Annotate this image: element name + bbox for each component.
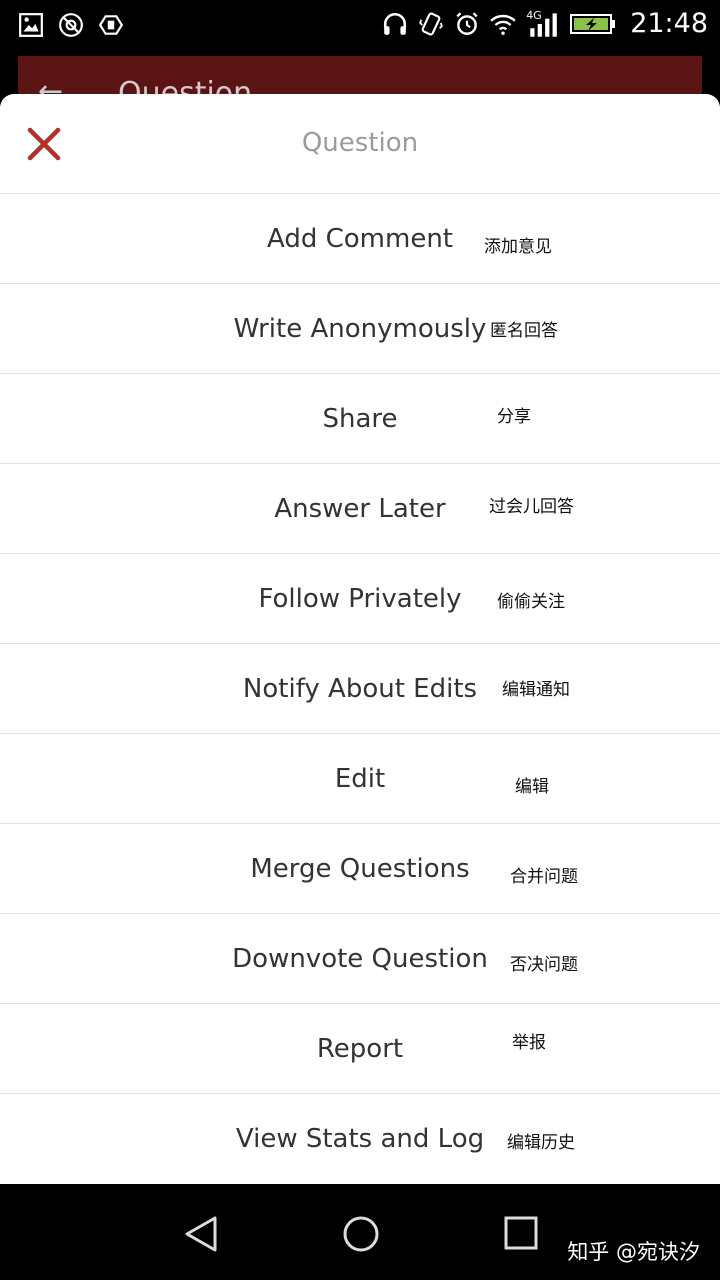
- menu-item-note: 合并问题: [510, 867, 578, 887]
- menu-item-label: Edit: [334, 764, 386, 794]
- hand-icon: [98, 12, 124, 38]
- question-action-sheet: Question Add Comment 添加意见 Write Anonymou…: [0, 94, 720, 1184]
- navigation-bar: 知乎 @宛诀汐: [0, 1184, 720, 1280]
- menu-item-label: View Stats and Log: [235, 1124, 485, 1154]
- network-type: 4G: [526, 8, 542, 22]
- status-time: 21:48: [630, 8, 708, 39]
- status-bar: 4G 21:48: [0, 0, 720, 52]
- menu-item-note: 否决问题: [510, 955, 578, 975]
- menu-item-label: Add Comment: [267, 224, 453, 254]
- menu-list: Add Comment 添加意见 Write Anonymously 匿名回答 …: [0, 194, 720, 1183]
- sheet-header: Question: [0, 94, 720, 194]
- menu-item-answer-later[interactable]: Answer Later 过会儿回答: [0, 464, 720, 554]
- menu-item-note: 编辑历史: [507, 1133, 575, 1153]
- menu-item-label: Share: [322, 404, 398, 434]
- menu-item-note: 编辑: [515, 777, 549, 797]
- no-disturb-icon: [58, 12, 84, 38]
- menu-item-note: 过会儿回答: [489, 497, 574, 517]
- menu-item-note: 举报: [512, 1033, 546, 1053]
- menu-item-merge-questions[interactable]: Merge Questions 合并问题: [0, 824, 720, 914]
- back-triangle-icon: [185, 1216, 217, 1252]
- menu-item-label: Write Anonymously: [233, 314, 487, 344]
- menu-item-downvote-question[interactable]: Downvote Question 否决问题: [0, 914, 720, 1004]
- nav-recents-button[interactable]: [502, 1214, 542, 1254]
- menu-item-label: Report: [316, 1034, 404, 1064]
- watermark: 知乎 @宛诀汐: [567, 1240, 700, 1264]
- nav-back-button[interactable]: [182, 1214, 222, 1254]
- menu-item-label: Answer Later: [274, 494, 446, 524]
- menu-item-note: 匿名回答: [490, 321, 558, 341]
- menu-item-note: 偷偷关注: [497, 592, 565, 612]
- menu-item-label: Notify About Edits: [242, 674, 478, 704]
- home-circle-icon: [343, 1216, 379, 1252]
- menu-item-note: 分享: [497, 407, 531, 427]
- menu-item-report[interactable]: Report 举报: [0, 1004, 720, 1094]
- vibrate-icon: [418, 11, 444, 37]
- menu-item-note: 添加意见: [484, 237, 552, 257]
- menu-item-notify-about-edits[interactable]: Notify About Edits 编辑通知: [0, 644, 720, 734]
- menu-item-add-comment[interactable]: Add Comment 添加意见: [0, 194, 720, 284]
- menu-item-edit[interactable]: Edit 编辑: [0, 734, 720, 824]
- menu-item-write-anonymously[interactable]: Write Anonymously 匿名回答: [0, 284, 720, 374]
- menu-item-label: Downvote Question: [232, 944, 488, 974]
- alarm-icon: [454, 11, 480, 37]
- menu-item-follow-privately[interactable]: Follow Privately 偷偷关注: [0, 554, 720, 644]
- headphones-icon: [382, 11, 408, 37]
- battery-charging-icon: [570, 11, 616, 37]
- menu-item-label: Merge Questions: [250, 854, 470, 884]
- nav-home-button[interactable]: [341, 1214, 381, 1254]
- menu-item-share[interactable]: Share 分享: [0, 374, 720, 464]
- menu-item-note: 编辑通知: [502, 680, 570, 700]
- image-icon: [18, 12, 44, 38]
- signal-icon: 4G: [526, 8, 560, 37]
- recents-square-icon: [504, 1216, 538, 1250]
- menu-item-view-stats-and-log[interactable]: View Stats and Log 编辑历史: [0, 1094, 720, 1183]
- sheet-title: Question: [301, 128, 419, 158]
- menu-item-label: Follow Privately: [258, 584, 462, 614]
- wifi-icon: [490, 11, 516, 37]
